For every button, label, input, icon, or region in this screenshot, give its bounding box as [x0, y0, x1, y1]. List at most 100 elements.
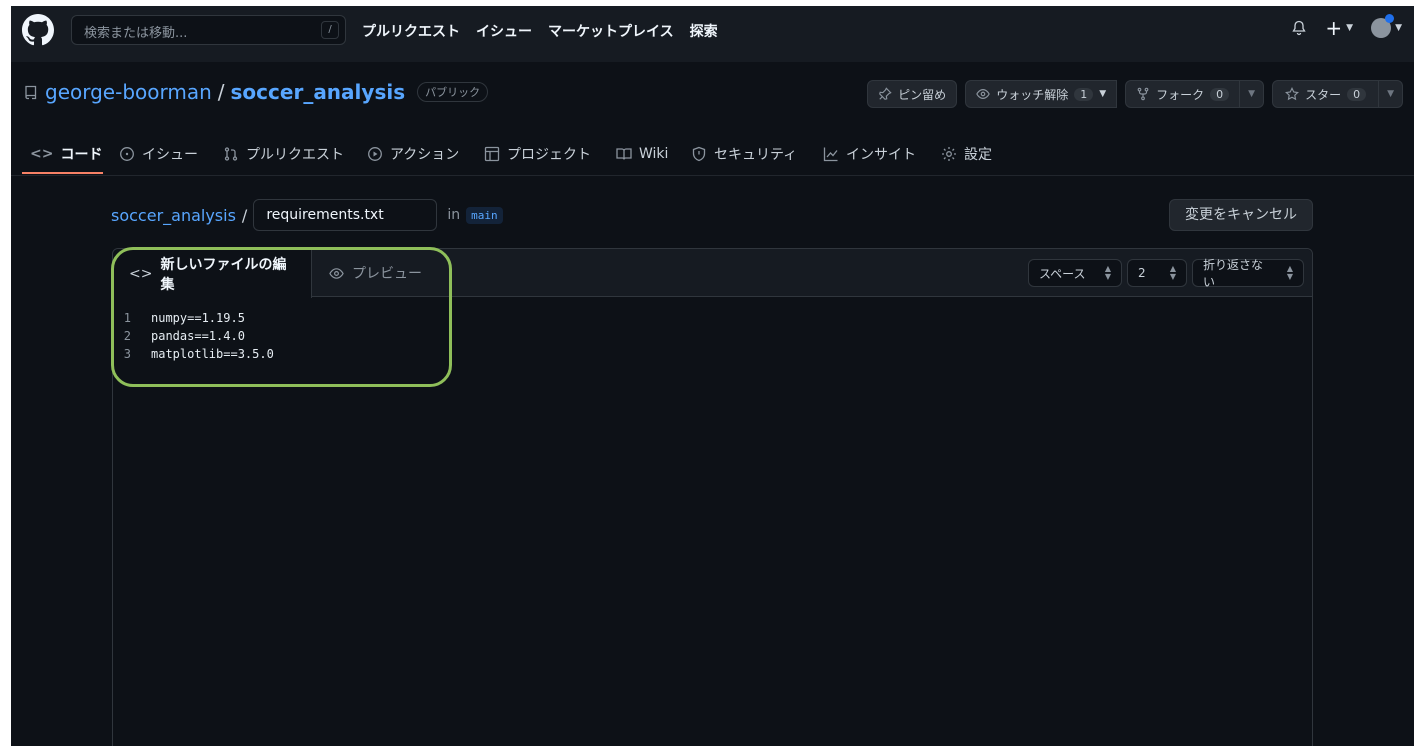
fork-count: 0 — [1210, 87, 1230, 101]
repo-owner-link[interactable]: george-boorman — [45, 80, 212, 104]
line-content[interactable]: numpy==1.19.5 — [151, 309, 245, 327]
chevron-down-icon: ▼ — [1248, 89, 1256, 99]
tab-code[interactable]: <> コード — [30, 132, 102, 176]
indent-mode-select[interactable]: スペース ▲ ▼ — [1028, 259, 1122, 287]
active-tab-indicator — [22, 172, 103, 174]
chevron-down-icon: ▼ — [1387, 89, 1394, 99]
line-content[interactable]: matplotlib==3.5.0 — [151, 345, 274, 363]
visibility-badge: パブリック — [417, 82, 489, 102]
star-button[interactable]: スター 0 — [1272, 80, 1380, 108]
star-dropdown-button[interactable]: ▼ — [1379, 80, 1403, 108]
nav-explore[interactable]: 探索 — [690, 21, 718, 41]
tab-label: インサイト — [846, 147, 916, 163]
create-new-menu[interactable]: + ▼ — [1325, 18, 1354, 38]
repo-actions: ピン留め ウォッチ解除 1 ▼ フォーク 0 ▼ スター 0 ▼ — [867, 80, 1403, 108]
table-icon — [484, 146, 500, 162]
tab-settings[interactable]: 設定 — [941, 132, 992, 176]
star-icon — [1285, 87, 1300, 101]
avatar — [1371, 14, 1395, 38]
editor-options: スペース ▲ ▼ 2 ▲ ▼ 折り返さない ▲ ▼ — [1028, 258, 1304, 289]
code-line: 2 pandas==1.4.0 — [113, 327, 274, 345]
fork-button[interactable]: フォーク 0 — [1125, 80, 1241, 108]
select-arrows-icon: ▲ ▼ — [1104, 264, 1111, 281]
tab-issues[interactable]: イシュー — [119, 132, 198, 176]
tab-security[interactable]: セキュリティ — [691, 132, 797, 176]
top-navigation-bar: 検索または移動... / プルリクエスト イシュー マーケットプレイス 探索 +… — [11, 6, 1414, 62]
eye-icon — [976, 89, 990, 99]
line-number: 3 — [123, 347, 131, 361]
repo-tabs: <> コード イシュー プルリクエスト アクション プロジェクト Wiki セキ… — [11, 132, 1414, 176]
chevron-down-icon: ▼ — [1346, 23, 1354, 33]
tab-label: イシュー — [142, 147, 198, 163]
watch-button-group: ウォッチ解除 1 ▼ — [965, 80, 1118, 108]
tab-edit-file[interactable]: <> 新しいファイルの編集 — [113, 249, 312, 298]
editor-breadcrumb: soccer_analysis / requirements.txt in ma… — [111, 199, 503, 231]
pin-button[interactable]: ピン留め — [867, 80, 958, 108]
pull-request-icon — [224, 147, 238, 161]
filename-input[interactable]: requirements.txt — [253, 199, 438, 231]
code-line: 3 matplotlib==3.5.0 — [113, 345, 274, 363]
app-frame: 検索または移動... / プルリクエスト イシュー マーケットプレイス 探索 +… — [11, 6, 1414, 746]
branch-badge: main — [466, 206, 503, 224]
code-area[interactable]: 1 numpy==1.19.5 2 pandas==1.4.0 3 matplo… — [113, 309, 274, 363]
cancel-changes-button[interactable]: 変更をキャンセル — [1169, 199, 1313, 231]
gear-icon — [942, 147, 956, 161]
chevron-down-icon: ▼ — [1099, 89, 1107, 99]
nav-issues[interactable]: イシュー — [476, 21, 532, 41]
select-arrows-icon: ▲ ▼ — [1286, 264, 1293, 281]
nav-pull-requests[interactable]: プルリクエスト — [362, 21, 460, 41]
tab-wiki[interactable]: Wiki — [616, 132, 668, 176]
tab-label: Wiki — [639, 146, 669, 162]
issue-icon — [120, 147, 134, 161]
tab-pull-requests[interactable]: プルリクエスト — [223, 132, 344, 176]
tab-label: セキュリティ — [714, 147, 798, 163]
tab-label: アクション — [390, 147, 460, 163]
bell-icon[interactable] — [1291, 20, 1307, 36]
file-editor: <> 新しいファイルの編集 プレビュー スペース ▲ ▼ 2 ▲ ▼ 折り返さない … — [112, 248, 1313, 746]
slash-shortcut-badge: / — [321, 21, 339, 39]
in-label: in — [447, 207, 461, 223]
code-icon: <> — [30, 146, 54, 162]
line-content[interactable]: pandas==1.4.0 — [151, 327, 245, 345]
edit-tab-label: 新しいファイルの編集 — [160, 256, 287, 293]
repo-header: george-boorman / soccer_analysis パブリック — [23, 80, 489, 104]
editor-toolbar: <> 新しいファイルの編集 プレビュー スペース ▲ ▼ 2 ▲ ▼ 折り返さない … — [113, 249, 1312, 298]
eye-icon — [329, 267, 344, 279]
line-number: 2 — [123, 329, 131, 343]
preview-tab-label: プレビュー — [352, 266, 422, 282]
tab-preview[interactable]: プレビュー — [313, 249, 438, 297]
github-logo-icon[interactable] — [22, 14, 54, 46]
indent-size-select[interactable]: 2 ▲ ▼ — [1127, 259, 1187, 287]
star-label: スター — [1305, 87, 1342, 102]
indent-size-value: 2 — [1138, 266, 1146, 280]
unwatch-label: ウォッチ解除 — [996, 87, 1069, 102]
shield-icon — [692, 146, 706, 162]
select-arrows-icon: ▲ ▼ — [1169, 264, 1176, 281]
search-placeholder: 検索または移動... — [84, 26, 188, 41]
repo-name-link[interactable]: soccer_analysis — [231, 80, 406, 104]
play-icon — [368, 147, 382, 161]
unwatch-button[interactable]: ウォッチ解除 1 ▼ — [965, 80, 1118, 108]
user-menu[interactable]: ▼ — [1371, 14, 1402, 38]
nav-marketplace[interactable]: マーケットプレイス — [548, 21, 674, 41]
fork-button-group: フォーク 0 ▼ — [1125, 80, 1265, 108]
tab-label: プロジェクト — [507, 147, 591, 163]
code-icon: <> — [129, 265, 153, 282]
line-number: 1 — [123, 311, 131, 325]
book-icon — [616, 148, 632, 160]
tab-actions[interactable]: アクション — [367, 132, 459, 176]
tab-insights[interactable]: インサイト — [823, 132, 916, 176]
pin-icon — [879, 87, 892, 100]
path-separator: / — [217, 80, 225, 104]
fork-dropdown-button[interactable]: ▼ — [1240, 80, 1265, 108]
search-input[interactable]: 検索または移動... / — [71, 15, 346, 45]
wrap-mode-select[interactable]: 折り返さない ▲ ▼ — [1192, 258, 1304, 289]
tab-label: 設定 — [964, 147, 992, 163]
tab-label: コード — [60, 147, 103, 163]
tab-label: プルリクエスト — [246, 147, 344, 163]
breadcrumb-repo-link[interactable]: soccer_analysis — [111, 206, 236, 225]
indent-mode-value: スペース — [1039, 266, 1086, 281]
tab-projects[interactable]: プロジェクト — [484, 132, 591, 176]
pin-label: ピン留め — [898, 87, 947, 102]
repo-icon — [25, 85, 37, 100]
